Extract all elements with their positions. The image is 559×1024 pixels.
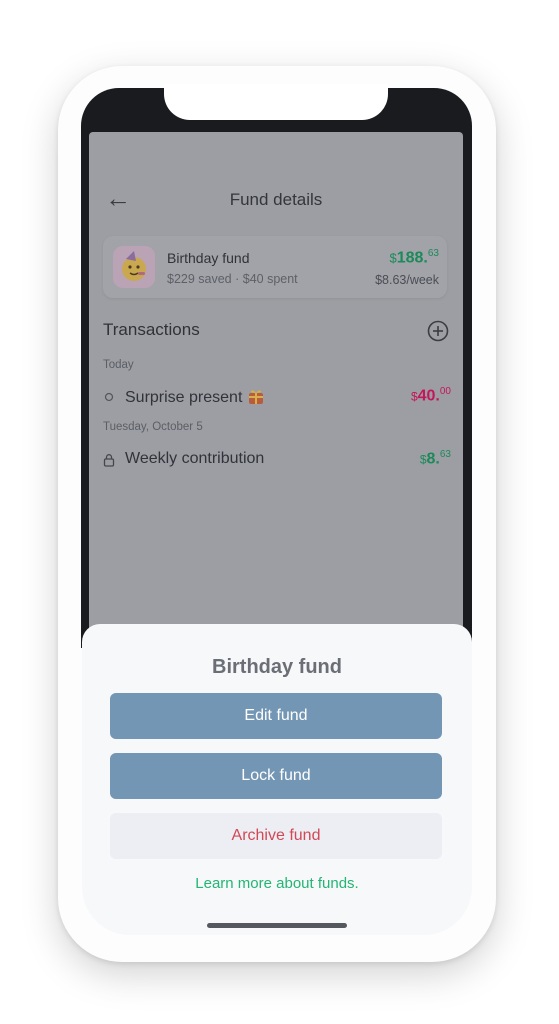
fund-card[interactable]: Birthday fund $229 saved · $40 spent $18… (103, 236, 447, 298)
page-title: Fund details (229, 190, 323, 209)
home-indicator[interactable] (207, 923, 347, 928)
transaction-row[interactable]: Surprise present $40.00 (89, 386, 463, 408)
transaction-amount-cents: 63 (439, 449, 451, 460)
fund-name: Birthday fund (167, 250, 250, 266)
transaction-amount-whole: 40. (417, 387, 440, 405)
plus-circle-icon[interactable] (427, 320, 449, 342)
lock-fund-button[interactable]: Lock fund (110, 753, 442, 799)
app-screen: ← Fund details Birthday fund $229 saved … (89, 132, 463, 642)
fund-balance: $188.63 (390, 248, 440, 267)
header: ← Fund details (89, 184, 463, 212)
transaction-label: Surprise present (125, 387, 265, 407)
transaction-amount-whole: 8. (426, 450, 440, 468)
transaction-currency: $ (410, 389, 418, 404)
party-face-emoji-icon (113, 246, 155, 288)
fund-balance-cents: 63 (427, 248, 439, 259)
transaction-label: Weekly contribution (125, 450, 265, 467)
archive-fund-button[interactable]: Archive fund (110, 813, 442, 859)
transaction-amount: $8.63 (420, 449, 451, 468)
fund-balance-currency: $ (389, 250, 397, 266)
fund-summary: $229 saved · $40 spent (167, 272, 298, 286)
sheet-title: Birthday fund (212, 656, 342, 678)
transactions-title: Transactions (103, 320, 200, 339)
date-header-today: Today (103, 359, 134, 371)
date-header-october-5: Tuesday, October 5 (103, 421, 203, 433)
phone-notch (164, 84, 388, 120)
transaction-currency: $ (419, 452, 427, 467)
fund-rate: $8.63/week (375, 273, 439, 287)
transaction-amount: $40.00 (411, 386, 451, 405)
transaction-row[interactable]: Weekly contribution $8.63 (89, 449, 463, 471)
gift-emoji-icon (248, 390, 263, 404)
action-sheet: Birthday fund Edit fund Lock fund Archiv… (82, 624, 472, 935)
edit-fund-button[interactable]: Edit fund (110, 693, 442, 739)
transaction-amount-cents: 00 (439, 386, 451, 397)
lock-icon (103, 454, 115, 467)
circle-icon (104, 392, 114, 402)
fund-balance-whole: 188. (396, 249, 428, 267)
learn-more-link[interactable]: Learn more about funds. (82, 875, 472, 892)
transaction-label-text: Surprise present (125, 389, 243, 406)
